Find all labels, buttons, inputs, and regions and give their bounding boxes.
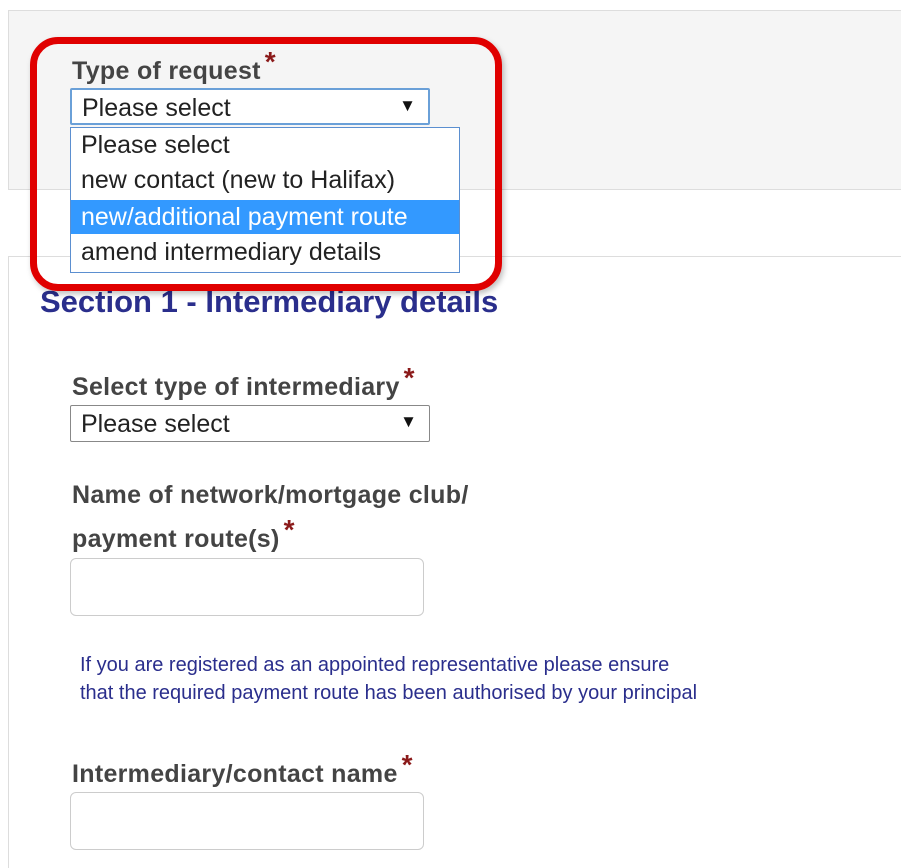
intermediary-type-select[interactable]: Please select ▼ — [70, 405, 430, 442]
contact-name-input[interactable] — [70, 792, 424, 850]
payment-route-hint-line1: If you are registered as an appointed re… — [80, 654, 670, 676]
type-of-request-select[interactable]: Please select ▼ — [70, 88, 430, 125]
network-name-label-line1: Name of network/mortgage club/ — [72, 481, 469, 509]
contact-name-label: Intermediary/contact name * — [72, 749, 413, 789]
intermediary-type-label: Select type of intermediary * — [72, 362, 415, 402]
type-of-request-options: Please select new contact (new to Halifa… — [70, 127, 460, 273]
network-name-label-line2-text: payment route(s) — [72, 525, 280, 553]
option-amend-intermediary-details[interactable]: amend intermediary details — [71, 235, 459, 269]
required-marker: * — [264, 46, 276, 77]
option-please-select[interactable]: Please select — [71, 128, 459, 162]
type-of-request-label-text: Type of request — [72, 57, 261, 85]
network-name-label-line2: payment route(s) * — [72, 514, 295, 554]
required-marker: * — [401, 749, 413, 780]
payment-route-hint-line2: that the required payment route has been… — [80, 682, 698, 704]
required-marker: * — [283, 514, 295, 545]
network-name-input[interactable] — [70, 558, 424, 616]
section-1-title: Section 1 - Intermediary details — [40, 284, 499, 319]
type-of-request-selected-value: Please select — [82, 94, 231, 122]
option-new-contact[interactable]: new contact (new to Halifax) — [71, 163, 459, 197]
dropdown-arrow-icon: ▼ — [400, 412, 417, 431]
required-marker: * — [403, 362, 415, 393]
contact-name-label-text: Intermediary/contact name — [72, 760, 398, 788]
intermediary-type-selected-value: Please select — [81, 410, 230, 438]
option-new-additional-payment-route[interactable]: new/additional payment route — [71, 200, 459, 234]
dropdown-arrow-icon: ▼ — [399, 96, 416, 115]
type-of-request-label: Type of request * — [72, 46, 276, 86]
intermediary-type-label-text: Select type of intermediary — [72, 373, 400, 401]
